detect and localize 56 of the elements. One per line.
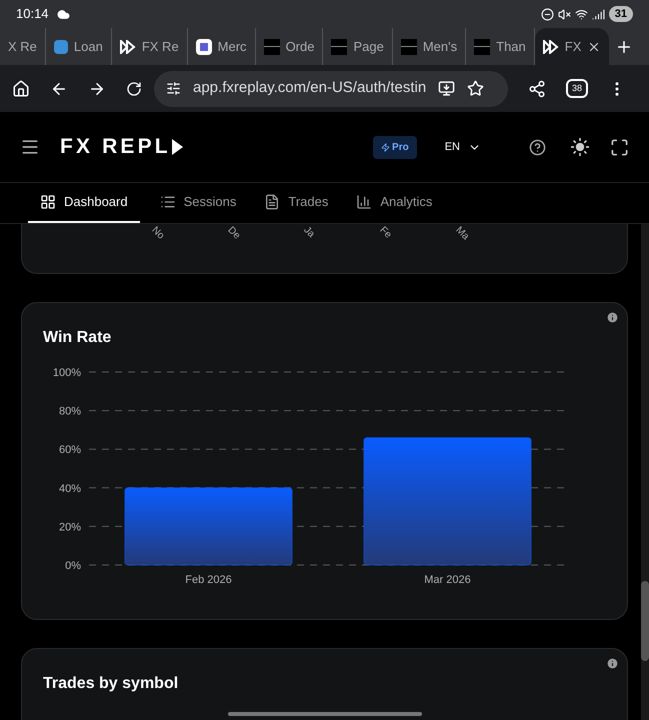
- wifi-icon: [574, 8, 588, 20]
- x-axis-label: Ma: [452, 224, 472, 244]
- x-axis-label: No: [148, 224, 168, 244]
- x-axis-label: Feb 2026: [185, 574, 232, 586]
- site-logo-icon: [400, 38, 417, 54]
- y-axis-label: 100%: [52, 367, 81, 379]
- install-icon[interactable]: [438, 80, 456, 97]
- home-icon[interactable]: [12, 80, 30, 98]
- site-logo-icon: [264, 38, 280, 54]
- mute-icon: [558, 8, 571, 20]
- site-logo-icon: [331, 38, 348, 54]
- language-select[interactable]: EN: [444, 138, 481, 156]
- signal-icon: [592, 8, 605, 20]
- list-icon: [160, 194, 176, 210]
- battery-level: 31: [608, 6, 633, 22]
- clock-time: 10:14: [16, 5, 49, 24]
- help-icon[interactable]: [529, 138, 546, 156]
- y-axis-label: 20%: [58, 521, 81, 534]
- x-axis-label: Mar 2026: [424, 574, 471, 586]
- share-icon[interactable]: [528, 80, 546, 98]
- card-title: Trades by symbol: [43, 674, 180, 694]
- y-axis-label: 80%: [58, 406, 81, 418]
- cloud-icon: [56, 8, 70, 20]
- site-settings-icon[interactable]: [166, 81, 181, 96]
- info-icon[interactable]: [606, 311, 619, 324]
- bar-chart-icon: [356, 194, 372, 210]
- address-bar[interactable]: app.fxreplay.com/en-US/auth/testin: [154, 70, 508, 106]
- logo: FX REPL: [60, 134, 171, 160]
- nav-tab[interactable]: Trades: [256, 183, 336, 223]
- lightning-icon: [381, 142, 390, 152]
- grid-icon: [40, 194, 56, 210]
- fullscreen-icon[interactable]: [610, 138, 629, 156]
- play-logo-icon: [120, 40, 136, 54]
- card-title: Win Rate: [43, 328, 112, 348]
- play-triangle-icon: [170, 138, 184, 156]
- y-axis-label: 60%: [58, 444, 81, 456]
- pro-badge: Pro: [373, 136, 417, 158]
- document-icon: [264, 194, 280, 210]
- y-axis-label: 0%: [65, 560, 81, 572]
- y-axis-label: 40%: [58, 482, 81, 495]
- x-axis-label: Ja: [300, 224, 318, 242]
- bank-icon: [54, 40, 68, 54]
- nav-tab[interactable]: Sessions: [152, 183, 244, 223]
- x-axis-label: Fe: [376, 224, 394, 243]
- info-icon[interactable]: [606, 657, 619, 670]
- nav-tab[interactable]: Analytics: [348, 183, 440, 223]
- sun-icon[interactable]: [570, 137, 590, 157]
- x-axis-label: De: [224, 224, 244, 244]
- play-logo-icon: [542, 40, 559, 54]
- tab-count-button[interactable]: 38: [566, 78, 588, 98]
- browser-tab[interactable]: FX: [534, 28, 610, 65]
- do-not-disturb-icon: [540, 8, 554, 20]
- reload-icon[interactable]: [126, 80, 142, 96]
- site-logo-icon: [474, 38, 490, 54]
- m-logo-icon: [196, 38, 212, 54]
- bookmark-icon[interactable]: [467, 80, 484, 97]
